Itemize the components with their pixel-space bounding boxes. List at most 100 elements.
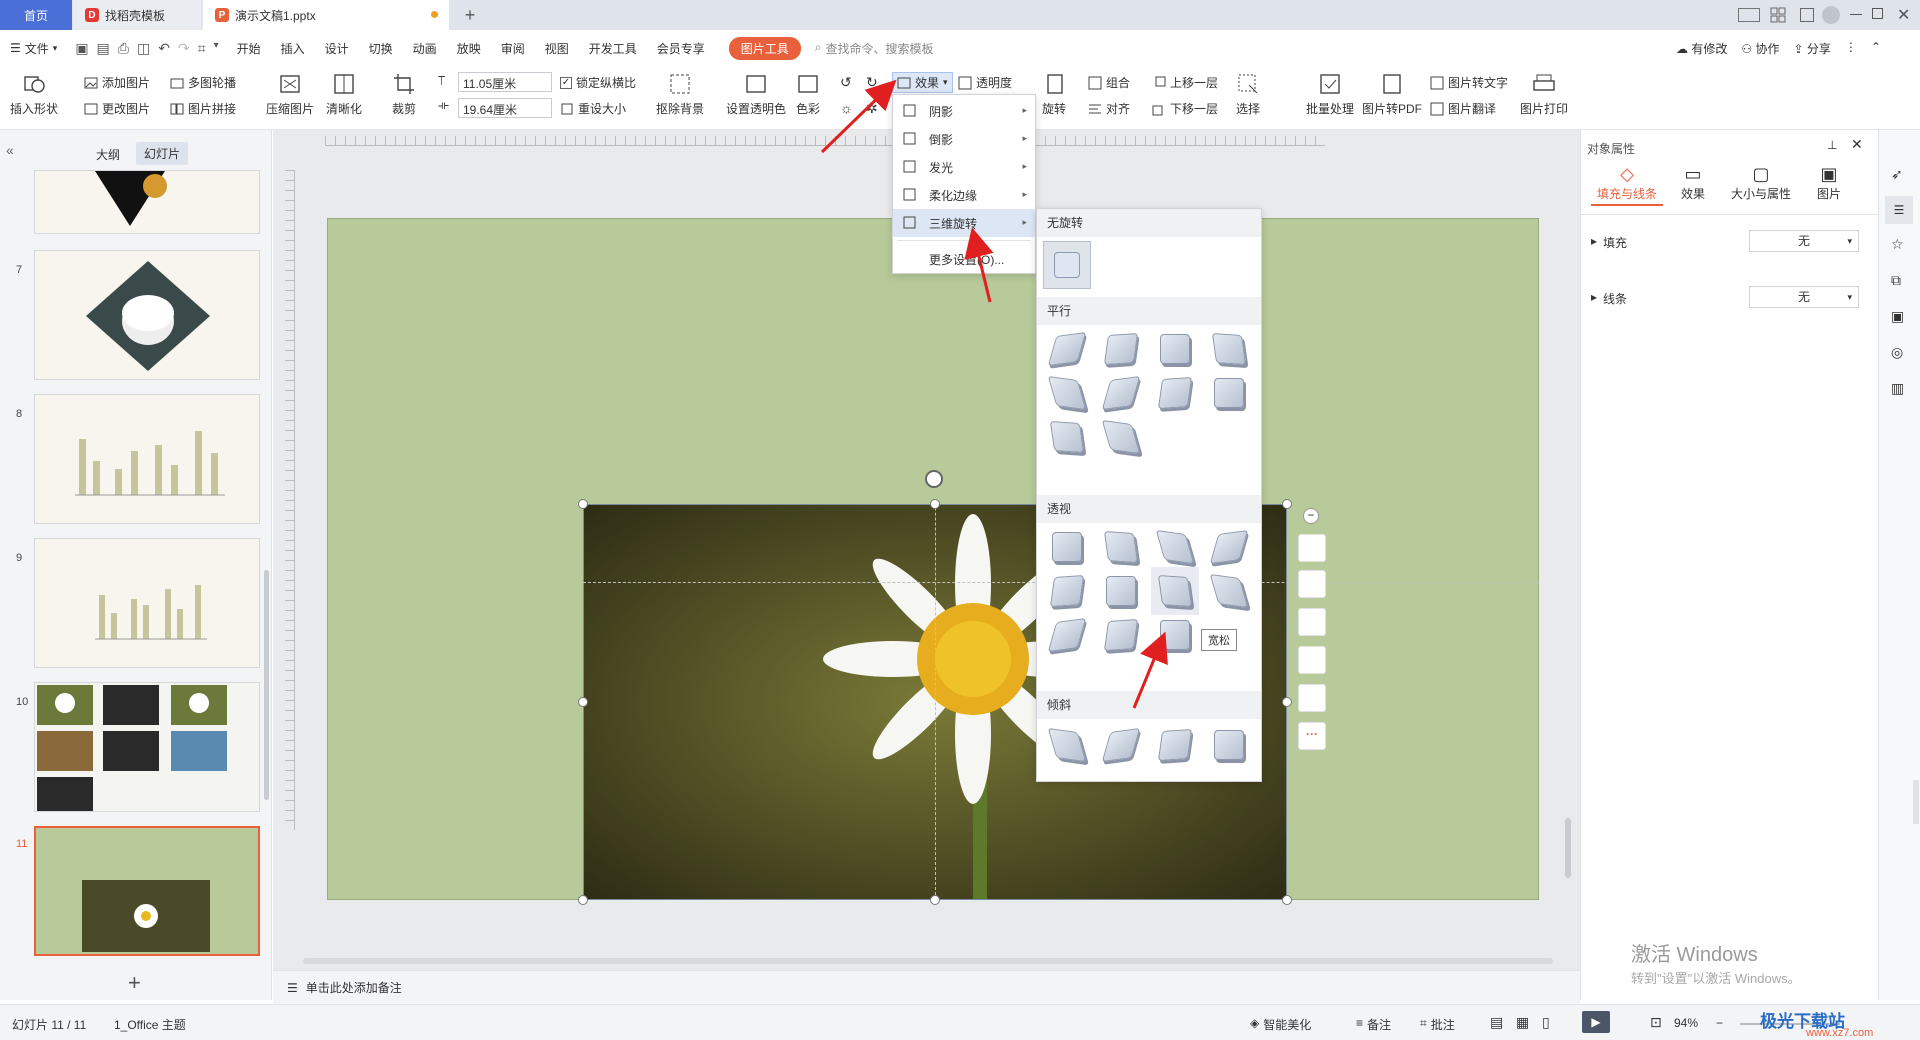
new-tab-icon[interactable]: + [460,5,480,25]
tab-slides[interactable]: 幻灯片 [136,142,189,165]
rotation-preset[interactable] [1097,325,1145,373]
avatar[interactable] [1822,6,1840,24]
rotation-preset[interactable] [1205,325,1253,373]
menu-transition[interactable]: 切换 [359,40,403,57]
rotation-preset[interactable] [1097,523,1145,571]
batch-process-button[interactable]: 批量处理 [1306,72,1354,117]
transparency-button[interactable]: 透明度 [958,74,1012,91]
command-search[interactable]: ⌕ 查找命令、搜索模板 [815,40,934,57]
rotation-preset[interactable] [1151,567,1199,615]
rotation-preset[interactable] [1097,567,1145,615]
menu-3d-rotation[interactable]: 三维旋转 ▸ [893,209,1035,237]
rotation-preset[interactable] [1097,611,1145,659]
picture-print-button[interactable]: 图片打印 [1520,72,1568,117]
tab-picture[interactable]: ▣ 图片 [1801,164,1857,202]
menu-review[interactable]: 审阅 [491,40,535,57]
comments-button[interactable]: ⌗ 批注 [1420,1016,1455,1033]
rotate-right-icon[interactable]: ↻ [866,74,878,91]
compass-icon[interactable]: ◎ [1891,344,1903,361]
bring-forward-button[interactable]: 上移一层 [1152,74,1218,91]
resize-handle-sw[interactable] [578,895,588,905]
more-qat-icon[interactable]: ▾ [214,40,219,57]
brightness-icon[interactable]: ☼ [840,100,853,116]
insert-shape-button[interactable]: 插入形状 [10,72,58,117]
redo-icon[interactable]: ↷ [178,40,190,57]
width-input[interactable]: 11.05厘米 [458,72,552,92]
rotation-preset[interactable] [1043,523,1091,571]
rotation-preset[interactable] [1151,369,1199,417]
menu-slideshow[interactable]: 放映 [447,40,491,57]
close-panel-icon[interactable]: ✕ [1851,136,1863,153]
line-select[interactable]: 无 ▾ [1749,286,1859,308]
tab-home[interactable]: 首页 [0,0,72,30]
picture-collage-button[interactable]: 图片拼接 [170,100,236,117]
resize-handle-nw[interactable] [578,499,588,509]
restore-icon[interactable] [1872,8,1883,19]
line-section-header[interactable]: ▸ 线条 [1591,290,1627,307]
collapse-toolbar-icon[interactable]: − [1303,508,1319,524]
to-text-button[interactable]: 图片转文字 [1430,74,1508,91]
rotate-left-icon[interactable]: ↺ [840,74,852,91]
reading-view-icon[interactable]: ▯ [1542,1014,1550,1031]
tab-document[interactable]: P 演示文稿1.pptx [203,0,449,30]
menu-design[interactable]: 设计 [315,40,359,57]
resize-handle-s[interactable] [930,895,940,905]
contrast-icon[interactable]: ✲ [866,100,878,117]
zoom-out-icon[interactable]: − [1716,1016,1723,1030]
rotation-preset[interactable] [1151,721,1199,769]
theme-name[interactable]: 1_Office 主题 [114,1016,186,1033]
rotation-preset[interactable] [1043,721,1091,769]
layers-icon[interactable] [1298,534,1326,562]
resize-handle-se[interactable] [1282,895,1292,905]
copy-icon[interactable]: ⧉ [1891,272,1901,289]
print-icon[interactable]: ⎙ [118,40,129,57]
rotation-preset[interactable] [1205,369,1253,417]
horizontal-scrollbar[interactable] [303,958,1553,964]
slide-thumbnail-6[interactable] [34,170,260,234]
rotation-preset[interactable] [1043,325,1091,373]
reset-size-button[interactable]: 重设大小 [560,100,626,117]
fill-section-header[interactable]: ▸ 填充 [1591,234,1627,251]
zoom-level[interactable]: 94% [1674,1016,1698,1030]
lock-ratio-checkbox[interactable]: ✓ 锁定纵横比 [560,74,636,91]
preview-icon[interactable]: ◫ [137,40,150,57]
set-transparent-color-button[interactable]: 设置透明色 [726,72,786,117]
slide-thumbnail-11[interactable] [34,826,260,956]
rotation-preset[interactable] [1205,523,1253,571]
undo-icon[interactable]: ↶ [158,40,170,57]
crop-button[interactable]: 裁剪 [392,72,416,117]
rotate-handle[interactable] [925,470,943,488]
rotation-preset[interactable] [1043,567,1091,615]
export-pdf-icon[interactable]: ▤ [97,40,110,57]
fill-select[interactable]: 无 ▾ [1749,230,1859,252]
pin-icon[interactable]: ⊥ [1827,138,1837,152]
zoom-in-icon[interactable] [1298,570,1326,598]
send-backward-button[interactable]: 下移一层 [1152,100,1218,117]
more-options-icon[interactable]: ··· [1298,722,1326,750]
rotation-preset[interactable] [1097,721,1145,769]
rotation-preset[interactable] [1205,567,1253,615]
color-button[interactable]: 色彩 [796,72,820,117]
preset-no-rotation[interactable] [1043,241,1091,289]
collapse-panel-icon[interactable]: « [6,142,14,158]
resize-handle-w[interactable] [578,697,588,707]
tab-template[interactable]: D 找稻壳模板 [73,0,201,30]
notes-bar[interactable]: ☰ 单击此处添加备注 [273,970,1580,1004]
remove-background-button[interactable]: 抠除背景 [656,72,704,117]
rotation-preset[interactable] [1205,721,1253,769]
share-button[interactable]: ⇪ 分享 [1793,40,1830,57]
translate-button[interactable]: 图片翻译 [1430,100,1496,117]
menu-animation[interactable]: 动画 [403,40,447,57]
to-pdf-button[interactable]: 图片转PDF [1362,72,1422,117]
canvas-scrollbar[interactable] [1565,818,1571,878]
effects-button[interactable]: 效果 ▾ [892,72,953,93]
sharpen-button[interactable]: 清晰化 [326,72,362,117]
slides-scrollbar[interactable] [264,570,269,800]
rotation-preset[interactable] [1151,523,1199,571]
menu-soft-edges[interactable]: 柔化边缘 ▸ [893,181,1035,209]
menu-member[interactable]: 会员专享 [647,40,715,57]
rocket-icon[interactable]: ➶ [1891,166,1903,183]
add-slide-icon[interactable]: + [128,970,141,996]
format-painter-icon[interactable]: ⌗ [198,40,206,57]
play-slideshow-icon[interactable]: ▶ [1582,1011,1610,1033]
